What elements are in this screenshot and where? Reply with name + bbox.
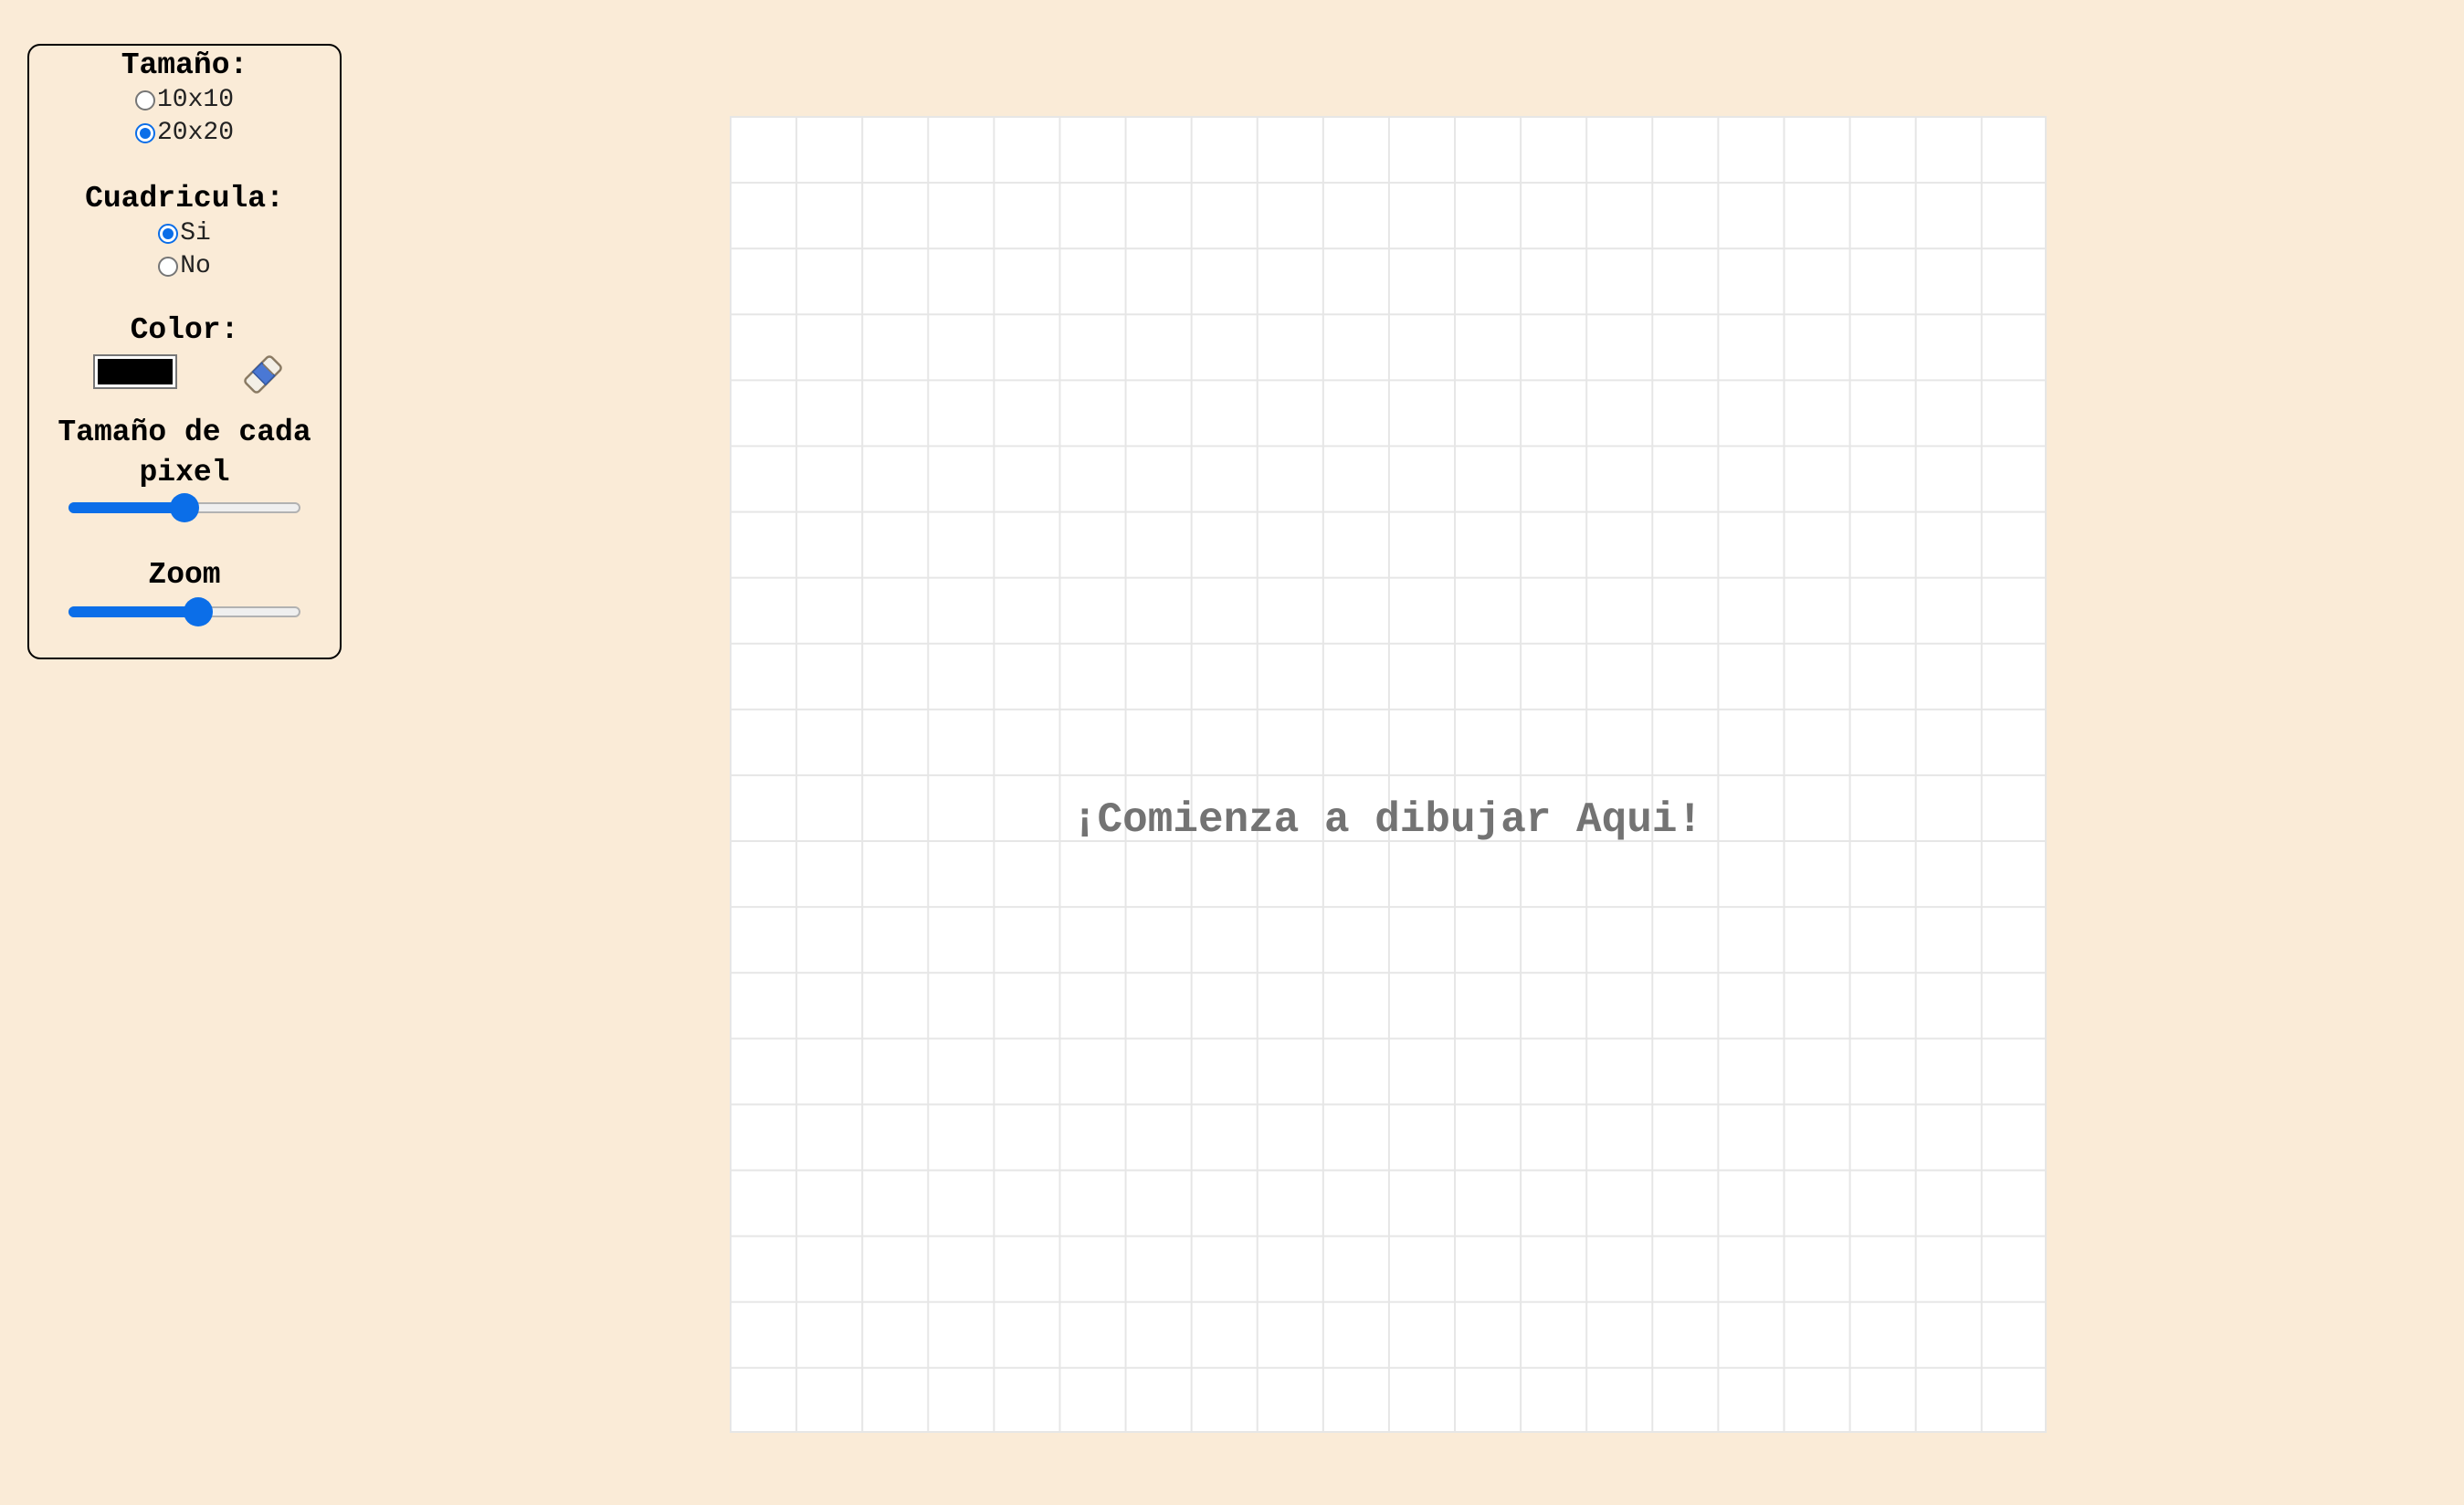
size-option-10x10[interactable]: 10x10 <box>29 84 340 117</box>
grid-option-label: No <box>180 252 211 280</box>
grid-option-label: Si <box>180 219 211 247</box>
pixel-size-title-line1: Tamaño de cada <box>58 416 311 449</box>
size-radio-10x10[interactable] <box>134 90 155 111</box>
drawing-canvas[interactable]: ¡Comienza a dibujar Aqui! <box>730 116 2047 1433</box>
zoom-title: Zoom <box>148 558 221 592</box>
slider-thumb[interactable] <box>184 597 214 626</box>
canvas-placeholder-message: ¡Comienza a dibujar Aqui! <box>1071 796 1703 844</box>
size-radio-20x20[interactable] <box>134 123 155 143</box>
size-option-20x20[interactable]: 20x20 <box>29 117 340 150</box>
slider-fill <box>68 502 184 513</box>
color-picker-fill <box>98 359 173 384</box>
size-option-label: 20x20 <box>156 119 234 147</box>
pixel-size-title-line2: pixel <box>139 456 230 489</box>
grid-title: Cuadricula: <box>85 182 284 216</box>
grid-radio-si[interactable] <box>158 224 179 244</box>
size-option-label: 10x10 <box>156 86 234 114</box>
color-row <box>29 349 340 404</box>
grid-radio-no[interactable] <box>158 257 179 277</box>
grid-option-no[interactable]: No <box>29 250 340 283</box>
eraser-icon[interactable] <box>237 349 289 400</box>
grid-option-si[interactable]: Si <box>29 217 340 250</box>
zoom-slider[interactable] <box>68 597 300 626</box>
color-title: Color: <box>130 313 239 347</box>
color-picker[interactable] <box>93 354 177 389</box>
controls-panel: Tamaño: 10x10 20x20 Cuadricula: Si No Co… <box>27 44 342 659</box>
pixel-size-slider[interactable] <box>68 493 300 522</box>
slider-thumb[interactable] <box>170 493 199 522</box>
size-title: Tamaño: <box>121 48 248 82</box>
slider-fill <box>68 606 199 617</box>
